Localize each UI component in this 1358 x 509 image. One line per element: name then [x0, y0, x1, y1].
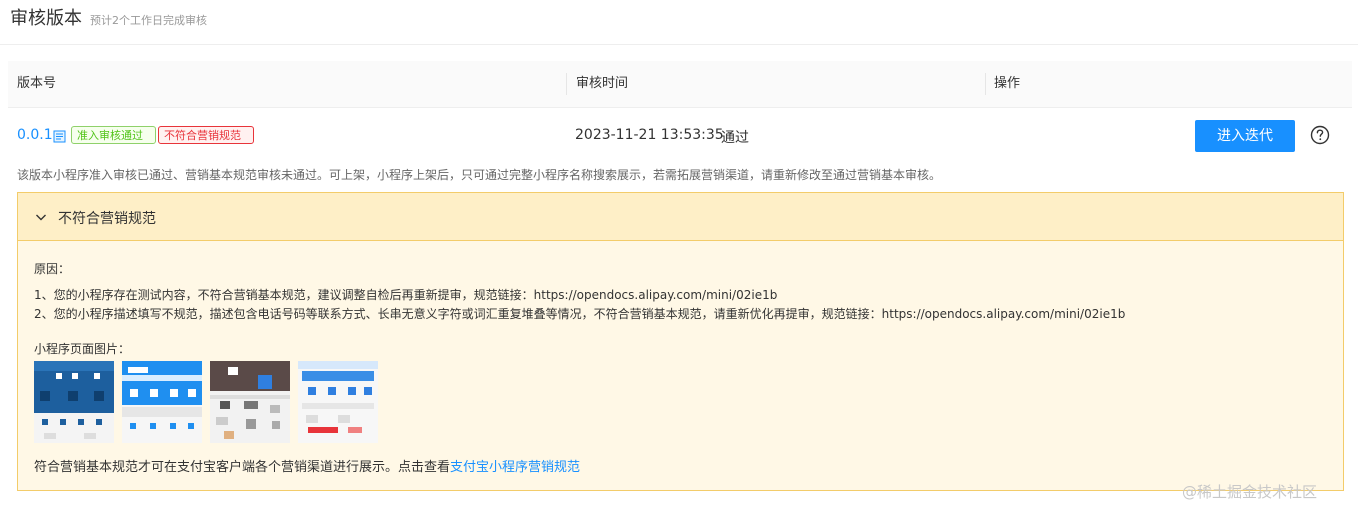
- panel-header[interactable]: 不符合营销规范: [18, 193, 1343, 241]
- marketing-issue-panel: 不符合营销规范 原因： 1、您的小程序存在测试内容，不符合营销基本规范，建议调整…: [17, 192, 1344, 491]
- screenshot-thumbnail[interactable]: [34, 361, 114, 443]
- images-label: 小程序页面图片：: [34, 342, 131, 356]
- review-time: 2023-11-21 13:53:35: [575, 127, 724, 143]
- column-separator: [985, 73, 986, 95]
- review-notice: 该版本小程序准入审核已通过、营销基本规范审核未通过。可上架，小程序上架后，只可通…: [17, 168, 942, 182]
- footer-text: 符合营销基本规范才可在支付宝客户端各个营销渠道进行展示。点击查看支付宝小程序营销…: [34, 456, 580, 475]
- enter-iteration-button[interactable]: 进入迭代: [1195, 120, 1295, 152]
- footer-message: 符合营销基本规范才可在支付宝客户端各个营销渠道进行展示。点击查看: [34, 460, 451, 475]
- reason-item: 1、您的小程序存在测试内容，不符合营销基本规范，建议调整自检后再重新提审，规范链…: [34, 288, 778, 302]
- page-title: 审核版本: [10, 8, 82, 29]
- table-row: 0.0.1 准入审核通过 不符合营销规范 2023-11-21 13:53:35…: [8, 108, 1352, 164]
- panel-title: 不符合营销规范: [58, 211, 156, 227]
- column-review-time: 审核时间: [576, 76, 629, 91]
- question-circle-icon[interactable]: [1310, 125, 1330, 145]
- status-badge-failed: 不符合营销规范: [158, 126, 254, 144]
- chevron-down-icon[interactable]: [34, 210, 48, 224]
- reason-item: 2、您的小程序描述填写不规范，描述包含电话号码等联系方式、长串无意义字符或词汇重…: [34, 307, 1126, 321]
- column-actions: 操作: [994, 76, 1021, 91]
- column-version: 版本号: [17, 76, 57, 91]
- screenshot-thumbnail[interactable]: [210, 361, 290, 443]
- status-badge-passed: 准入审核通过: [71, 126, 156, 144]
- doc-icon[interactable]: [53, 130, 66, 143]
- page-header: 审核版本 预计2个工作日完成审核: [10, 4, 207, 30]
- review-status: 通过: [721, 130, 749, 146]
- screenshot-thumbnail[interactable]: [298, 361, 378, 443]
- marketing-spec-link[interactable]: 支付宝小程序营销规范: [450, 460, 580, 475]
- table-header: 版本号 审核时间 操作: [8, 61, 1352, 108]
- page-subtitle: 预计2个工作日完成审核: [90, 14, 207, 27]
- version-link[interactable]: 0.0.1: [17, 127, 53, 143]
- reason-label: 原因：: [34, 262, 71, 276]
- watermark: @稀土掘金技术社区: [1182, 483, 1318, 501]
- screenshot-thumbnail[interactable]: [122, 361, 202, 443]
- header-divider: [0, 44, 1358, 45]
- column-separator: [566, 73, 567, 95]
